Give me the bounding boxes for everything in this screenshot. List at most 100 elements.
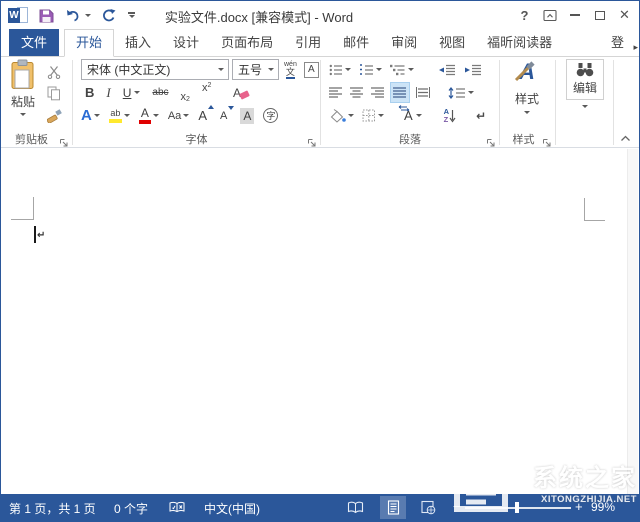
sort-button[interactable]: A Z bbox=[442, 105, 458, 126]
styles-button[interactable]: A 样式 bbox=[506, 61, 548, 114]
format-painter-button[interactable] bbox=[45, 105, 64, 126]
text-effects-caret[interactable] bbox=[94, 114, 100, 117]
tab-view[interactable]: 视图 bbox=[428, 29, 476, 56]
tab-review[interactable]: 审阅 bbox=[380, 29, 428, 56]
zoom-out-button[interactable]: − bbox=[453, 499, 461, 514]
asian-layout-caret[interactable] bbox=[416, 114, 422, 117]
underline-button[interactable]: U bbox=[121, 82, 143, 103]
enclose-characters-button[interactable]: 字 bbox=[261, 105, 280, 126]
italic-button[interactable]: I bbox=[104, 82, 112, 103]
font-name-select[interactable]: 宋体 (中文正文) bbox=[81, 59, 229, 80]
status-proofing-button[interactable] bbox=[169, 501, 185, 517]
multilevel-caret[interactable] bbox=[408, 68, 414, 71]
distribute-button[interactable] bbox=[413, 82, 433, 103]
shading-caret[interactable] bbox=[348, 114, 354, 117]
shrink-font-button[interactable]: A bbox=[218, 105, 233, 126]
tab-mailings[interactable]: 邮件 bbox=[332, 29, 380, 56]
font-color-button[interactable]: A bbox=[137, 105, 161, 126]
change-case-button[interactable]: Aa bbox=[166, 105, 191, 126]
font-size-select[interactable]: 五号 bbox=[232, 59, 279, 80]
asian-layout-button[interactable]: A bbox=[402, 105, 424, 126]
tab-overflow-arrow[interactable]: ▸ bbox=[633, 42, 638, 53]
tab-references[interactable]: 引用 bbox=[284, 29, 332, 56]
undo-dropdown-caret[interactable] bbox=[85, 14, 91, 17]
numbering-button[interactable] bbox=[357, 59, 384, 80]
phonetic-guide-button[interactable]: wén 文 bbox=[282, 59, 299, 80]
paste-dropdown-caret[interactable] bbox=[20, 113, 26, 116]
subscript-button[interactable]: x2 bbox=[179, 82, 192, 103]
shading-button[interactable] bbox=[327, 105, 356, 126]
help-button[interactable]: ? bbox=[512, 1, 537, 29]
paragraph-dialog-launcher[interactable] bbox=[486, 135, 496, 145]
grow-font-button[interactable]: A bbox=[196, 105, 213, 126]
align-center-icon bbox=[350, 87, 364, 98]
superscript-button[interactable]: x2 bbox=[200, 82, 213, 103]
line-spacing-button[interactable] bbox=[446, 82, 476, 103]
increase-indent-button[interactable] bbox=[462, 59, 484, 80]
borders-button[interactable] bbox=[360, 105, 386, 126]
character-border-button[interactable]: A bbox=[302, 59, 321, 80]
tab-foxit-reader[interactable]: 福昕阅读器 bbox=[476, 29, 563, 56]
tab-page-layout[interactable]: 页面布局 bbox=[210, 29, 284, 56]
zoom-level[interactable]: 99% bbox=[585, 500, 615, 514]
collapse-ribbon-button[interactable] bbox=[620, 129, 631, 147]
justify-button[interactable] bbox=[390, 82, 410, 103]
ribbon-display-options-button[interactable] bbox=[537, 1, 562, 29]
save-button[interactable] bbox=[39, 8, 54, 23]
tab-sign-in[interactable]: 登 bbox=[600, 29, 635, 56]
line-spacing-caret[interactable] bbox=[468, 91, 474, 94]
character-shading-button[interactable]: A bbox=[238, 105, 256, 126]
borders-caret[interactable] bbox=[378, 114, 384, 117]
cut-button[interactable] bbox=[45, 61, 63, 82]
styles-caret[interactable] bbox=[524, 111, 530, 114]
font-color-caret[interactable] bbox=[153, 114, 159, 117]
highlight-caret[interactable] bbox=[124, 114, 130, 117]
editing-button[interactable]: 编辑 bbox=[561, 59, 609, 108]
font-row-2: B I U abc x2 x2 bbox=[83, 82, 213, 103]
multilevel-list-button[interactable] bbox=[388, 59, 416, 80]
tab-insert[interactable]: 插入 bbox=[114, 29, 162, 56]
decrease-indent-button[interactable] bbox=[436, 59, 458, 80]
undo-button[interactable] bbox=[65, 8, 91, 22]
align-right-button[interactable] bbox=[369, 82, 387, 103]
customize-qat-button[interactable] bbox=[128, 12, 135, 17]
highlight-color-button[interactable]: ab bbox=[107, 105, 132, 126]
align-left-button[interactable] bbox=[327, 82, 345, 103]
editing-caret[interactable] bbox=[582, 105, 588, 108]
bold-button[interactable]: B bbox=[83, 82, 96, 103]
paste-button[interactable]: 粘贴 bbox=[5, 59, 41, 116]
bullets-button[interactable] bbox=[327, 59, 353, 80]
view-web-layout-button[interactable] bbox=[415, 496, 441, 519]
tab-file[interactable]: 文件 bbox=[9, 29, 59, 56]
underline-caret[interactable] bbox=[134, 91, 140, 94]
maximize-button[interactable] bbox=[587, 1, 612, 29]
status-page-info[interactable]: 第 1 页，共 1 页 bbox=[9, 500, 96, 517]
view-print-layout-button[interactable] bbox=[380, 496, 406, 519]
minimize-button[interactable] bbox=[562, 1, 587, 29]
word-app-icon[interactable]: W bbox=[8, 7, 28, 24]
tab-design[interactable]: 设计 bbox=[162, 29, 210, 56]
copy-button[interactable] bbox=[45, 83, 63, 104]
clipboard-dialog-launcher[interactable] bbox=[59, 135, 69, 145]
align-center-button[interactable] bbox=[348, 82, 366, 103]
text-effects-button[interactable]: A bbox=[79, 105, 102, 126]
change-case-caret[interactable] bbox=[183, 114, 189, 117]
numbering-caret[interactable] bbox=[376, 68, 382, 71]
bullets-caret[interactable] bbox=[345, 68, 351, 71]
styles-dialog-launcher[interactable] bbox=[542, 135, 552, 145]
strikethrough-button[interactable]: abc bbox=[150, 82, 170, 103]
window-title: 实验文件.docx [兼容模式] - Word bbox=[165, 7, 353, 26]
font-dialog-launcher[interactable] bbox=[307, 135, 317, 145]
zoom-in-button[interactable]: + bbox=[575, 499, 583, 514]
show-marks-button[interactable]: ↵ bbox=[474, 105, 488, 126]
zoom-slider-thumb[interactable] bbox=[515, 502, 519, 513]
view-read-mode-button[interactable] bbox=[342, 496, 368, 519]
status-language[interactable]: 中文(中国) bbox=[204, 500, 260, 517]
repeat-button[interactable] bbox=[102, 8, 117, 23]
clear-formatting-button[interactable]: A bbox=[231, 82, 251, 103]
document-page[interactable]: ↵ bbox=[2, 149, 638, 496]
tab-home[interactable]: 开始 bbox=[64, 29, 114, 57]
vertical-scrollbar[interactable] bbox=[627, 149, 638, 496]
close-button[interactable]: ✕ bbox=[612, 1, 637, 29]
status-word-count[interactable]: 0 个字 bbox=[114, 500, 148, 517]
